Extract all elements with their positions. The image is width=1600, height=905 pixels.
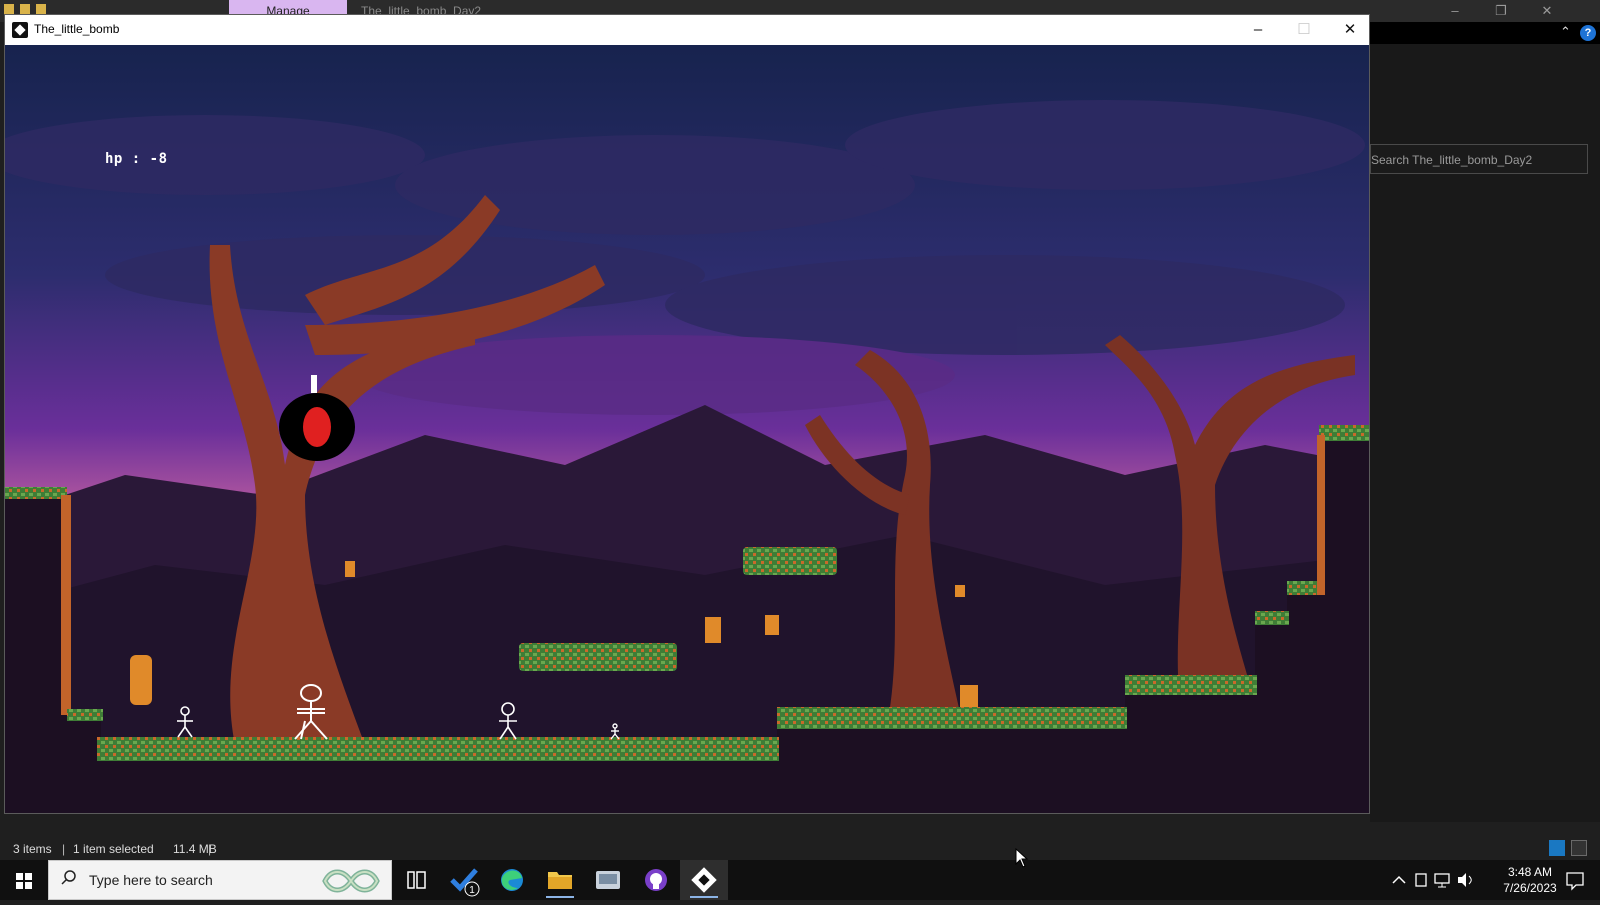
folder-icon[interactable] [4, 4, 14, 14]
close-button[interactable]: ✕ [1327, 15, 1373, 45]
taskbar: Type here to search 1 3:48 AM 7/26/2023 [0, 860, 1600, 900]
status-divider: | [208, 842, 212, 856]
view-toggle[interactable] [1549, 840, 1587, 856]
status-divider: | [62, 842, 66, 856]
taskbar-clock[interactable]: 3:48 AM 7/26/2023 [1495, 864, 1565, 896]
network-button[interactable] [1432, 860, 1454, 900]
game-viewport[interactable]: hp : -8 [5, 45, 1369, 813]
active-indicator [690, 896, 718, 898]
new-folder-icon[interactable] [36, 4, 46, 14]
game-app-button[interactable] [680, 860, 728, 900]
window-title: The_little_bomb [34, 22, 120, 36]
file-explorer-button[interactable] [536, 860, 584, 900]
hp-counter: hp : -8 [105, 151, 168, 167]
volume-icon [1458, 873, 1472, 887]
start-button[interactable] [0, 860, 48, 900]
todo-button[interactable]: 1 [440, 860, 488, 900]
explorer-statusbar: 3 items | 1 item selected 11.4 MB | [0, 838, 1600, 860]
minimize-button[interactable]: – [1235, 15, 1281, 45]
game-scene [5, 45, 1369, 813]
notification-icon [1566, 872, 1584, 891]
todo-icon: 1 [450, 868, 480, 897]
search-highlight-icon [322, 869, 380, 893]
task-view-button[interactable] [392, 860, 440, 900]
ribbon-strip: ⌃ ? [1370, 22, 1600, 44]
floating-platform [743, 547, 837, 575]
explorer-search-input[interactable]: Search The_little_bomb_Day2 [1370, 144, 1588, 174]
game-app-icon [691, 867, 717, 893]
tray-overflow-button[interactable] [1388, 860, 1410, 900]
floating-platform [519, 643, 677, 671]
maximize-button[interactable]: ☐ [1281, 15, 1327, 45]
task-view-icon [407, 871, 426, 889]
explorer-restore-button[interactable]: ❐ [1486, 3, 1516, 19]
collapse-ribbon-icon[interactable]: ⌃ [1560, 24, 1571, 40]
media-button[interactable] [584, 860, 632, 900]
mouse-cursor-icon [1015, 848, 1029, 868]
device-icon [1415, 873, 1427, 887]
status-selected: 1 item selected [73, 842, 154, 856]
notification-center-button[interactable] [1560, 860, 1590, 900]
edge-icon [501, 869, 523, 891]
help-icon[interactable]: ? [1580, 25, 1596, 41]
file-explorer-icon [548, 872, 572, 889]
volume-button[interactable] [1454, 860, 1476, 900]
status-item-count: 3 items [13, 842, 52, 856]
explorer-minimize-button[interactable]: – [1440, 3, 1470, 18]
quick-access-toolbar [4, 4, 46, 14]
network-icon [1434, 873, 1450, 888]
media-icon [596, 871, 620, 889]
windows-logo-icon [16, 873, 32, 889]
search-icon [61, 870, 76, 885]
game-titlebar[interactable]: The_little_bomb – ☐ ✕ [5, 15, 1369, 45]
github-desktop-icon [645, 869, 667, 891]
clock-date: 7/26/2023 [1503, 881, 1557, 895]
todo-badge: 1 [469, 885, 475, 896]
search-placeholder: Type here to search [89, 872, 213, 888]
game-window: The_little_bomb – ☐ ✕ hp: -8 [4, 14, 1370, 814]
taskbar-search-input[interactable]: Type here to search [48, 860, 392, 900]
github-desktop-button[interactable] [632, 860, 680, 900]
chevron-up-icon [1392, 875, 1406, 884]
tray-device-button[interactable] [1410, 860, 1432, 900]
details-view-icon[interactable] [1549, 840, 1565, 856]
explorer-close-button[interactable]: ✕ [1532, 3, 1562, 19]
large-icons-view-icon[interactable] [1571, 840, 1587, 856]
explorer-right-pane: ⌃ ? Search The_little_bomb_Day2 [1370, 22, 1600, 822]
properties-icon[interactable] [20, 4, 30, 14]
edge-button[interactable] [488, 860, 536, 900]
active-indicator [546, 896, 574, 898]
game-app-icon [12, 22, 28, 38]
clock-time: 3:48 AM [1507, 865, 1553, 879]
